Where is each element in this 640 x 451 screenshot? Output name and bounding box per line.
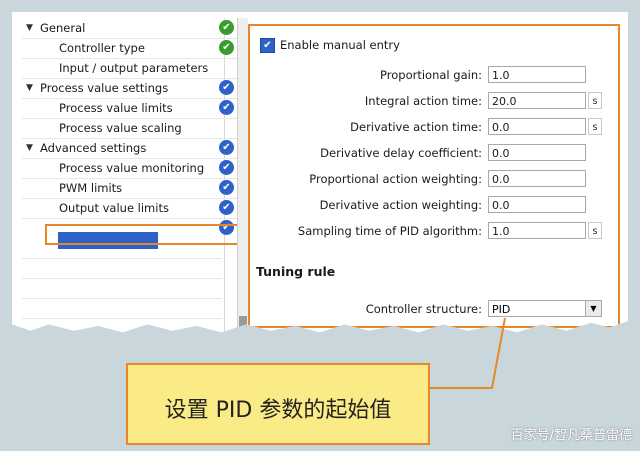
- callout-box: 设置 PID 参数的起始值: [126, 363, 430, 445]
- callout-text: 设置 PID 参数的起始值: [164, 398, 392, 423]
- watermark-text: 百家号/智凡桑普雷德: [510, 428, 632, 443]
